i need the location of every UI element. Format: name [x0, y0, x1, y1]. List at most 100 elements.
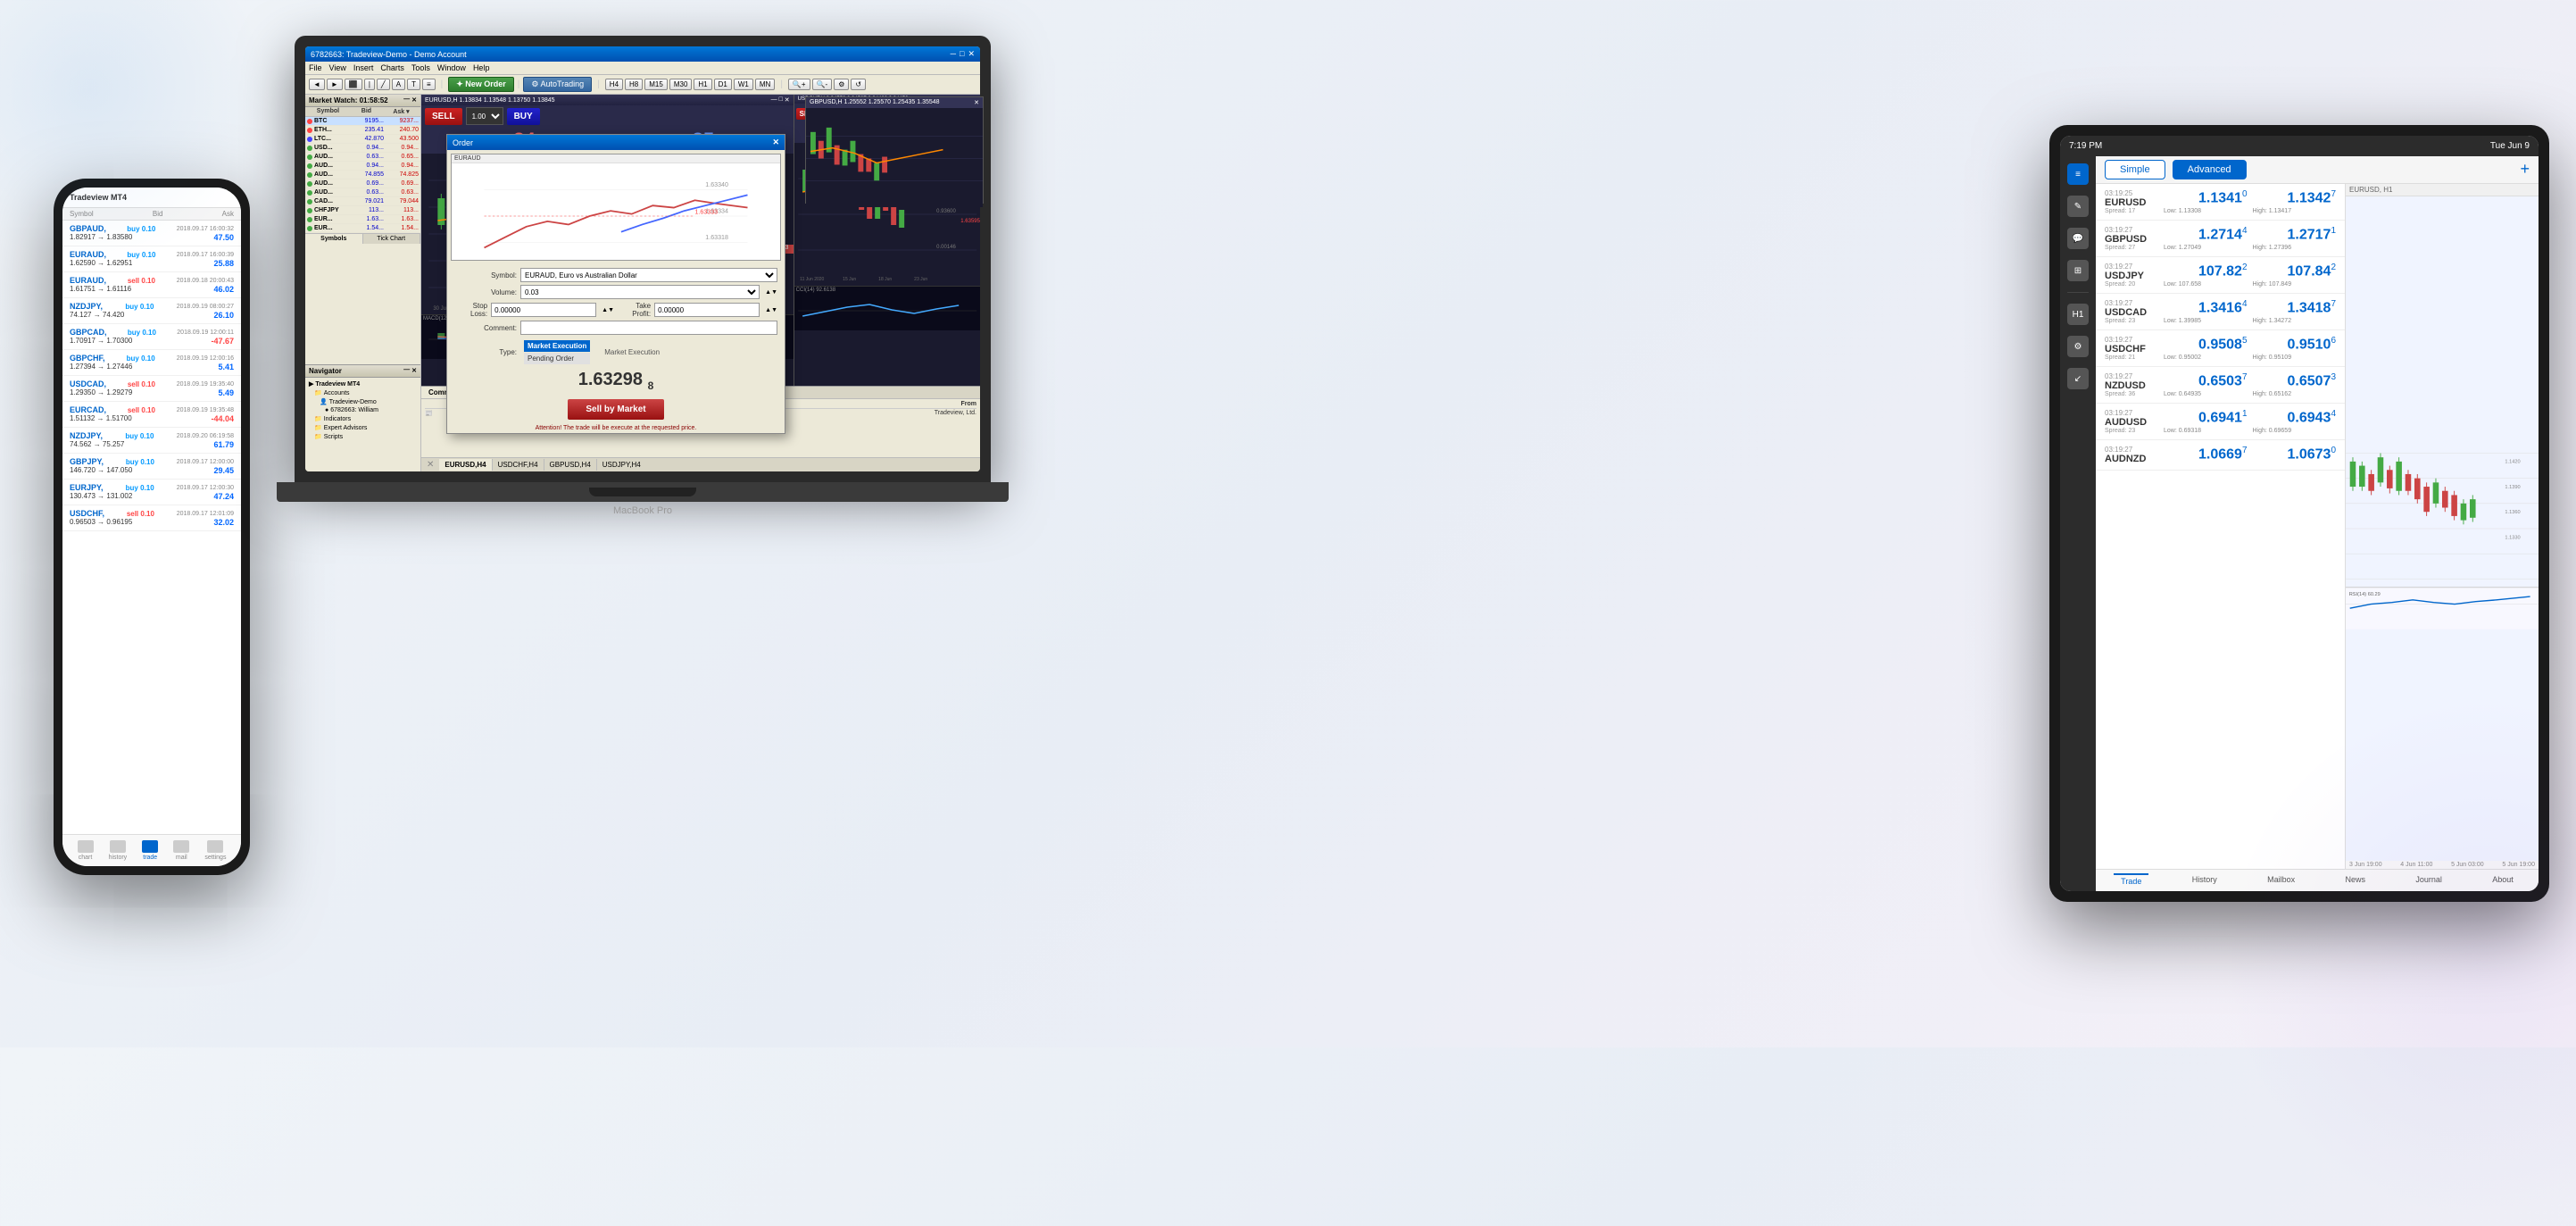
stoploss-input[interactable]: [491, 303, 596, 317]
nav-item-tradeview-mt4[interactable]: ▶ Tradeview MT4: [307, 379, 419, 388]
quote-item[interactable]: 03:19:27 NZDUSD Spread: 36 0.65037 Low: …: [2096, 367, 2345, 404]
nav-minimize-icon[interactable]: —: [403, 367, 410, 375]
symbol-select[interactable]: EURAUD, Euro vs Australian Dollar: [520, 268, 777, 282]
tablet-nav-history[interactable]: History: [2185, 873, 2224, 888]
zoom-out-button[interactable]: 🔍-: [812, 79, 833, 90]
nav-item-indicators[interactable]: 📁 Indicators: [307, 414, 419, 423]
chart-maximize[interactable]: □: [779, 96, 783, 104]
quote-item[interactable]: 03:19:27 USDCHF Spread: 21 0.95085 Low: …: [2096, 330, 2345, 367]
tablet-add-btn[interactable]: +: [2520, 160, 2530, 179]
nav-close-icon[interactable]: ✕: [411, 367, 417, 375]
tablet-icon-chat[interactable]: 💬: [2067, 228, 2089, 249]
refresh-button[interactable]: ↺: [851, 79, 866, 90]
toolbar-btn-8[interactable]: ≡: [422, 79, 436, 90]
mw-minimize-icon[interactable]: —: [403, 96, 410, 104]
minimize-icon[interactable]: ─: [951, 49, 956, 59]
nav-item-tradeview-demo[interactable]: 👤 Tradeview-Demo: [307, 397, 419, 406]
buy-button[interactable]: BUY: [507, 108, 540, 125]
timeframe-h8[interactable]: H8: [625, 79, 643, 90]
toolbar-btn-6[interactable]: A: [392, 79, 405, 90]
nav-item-scripts[interactable]: 📁 Scripts: [307, 432, 419, 441]
tablet-icon-pencil[interactable]: ✎: [2067, 196, 2089, 217]
takeprofit-input[interactable]: [654, 303, 760, 317]
maximize-icon[interactable]: □: [960, 49, 964, 59]
tablet-nav-trade[interactable]: Trade: [2114, 873, 2148, 888]
quote-item[interactable]: 03:19:27 AUDUSD Spread: 23 0.69411 Low: …: [2096, 404, 2345, 440]
menu-file[interactable]: File: [309, 63, 322, 72]
timeframe-m30[interactable]: M30: [669, 79, 693, 90]
quote-item[interactable]: 03:19:27 USDJPY Spread: 20 107.822 Low: …: [2096, 257, 2345, 294]
quote-item[interactable]: 03:19:25 EURUSD Spread: 17 1.13410 Low: …: [2096, 184, 2345, 221]
market-row[interactable]: AUD... 0.63... 0.65...: [305, 153, 420, 162]
market-row[interactable]: AUD... 74.855 74.825: [305, 171, 420, 179]
tab-eurusd-h4[interactable]: EURUSD,H4: [439, 459, 492, 471]
toolbar-btn-2[interactable]: ►: [327, 79, 343, 90]
market-row[interactable]: EUR... 1.63... 1.63...: [305, 215, 420, 224]
menu-help[interactable]: Help: [473, 63, 490, 72]
sell-button[interactable]: SELL: [425, 108, 462, 125]
order-dialog-close[interactable]: ✕: [772, 138, 779, 147]
toolbar-btn-3[interactable]: ⬛: [345, 79, 362, 90]
quote-item[interactable]: 03:19:27 AUDNZD 1.06697 1.06730: [2096, 440, 2345, 471]
properties-button[interactable]: ⚙: [834, 79, 849, 90]
nav-item-accounts[interactable]: 📁 Accounts: [307, 388, 419, 397]
gbpusd-mini-close[interactable]: ✕: [974, 99, 979, 106]
close-chart-tab-btn[interactable]: ✕: [421, 458, 439, 471]
market-row[interactable]: CHFJPY 113... 113...: [305, 206, 420, 215]
tablet-icon-settings[interactable]: ⚙: [2067, 336, 2089, 357]
toolbar-btn-7[interactable]: T: [407, 79, 420, 90]
mw-tab-tick-chart[interactable]: Tick Chart: [363, 234, 421, 244]
comment-input[interactable]: [520, 321, 777, 335]
type-pending-order[interactable]: Pending Order: [524, 353, 590, 364]
phone-nav-mail[interactable]: mail: [173, 840, 189, 861]
timeframe-d1[interactable]: D1: [714, 79, 732, 90]
timeframe-m15[interactable]: M15: [644, 79, 668, 90]
phone-nav-history[interactable]: history: [109, 840, 128, 861]
tablet-icon-h1[interactable]: H1: [2067, 304, 2089, 325]
toolbar-btn-1[interactable]: ◄: [309, 79, 325, 90]
tablet-icon-quote[interactable]: ≡: [2067, 163, 2089, 185]
volume-select[interactable]: 1.00: [466, 107, 503, 125]
tab-gbpusd-h4[interactable]: GBPUSD,H4: [544, 459, 597, 471]
nav-item-6782663[interactable]: ● 6782663: William: [307, 406, 419, 414]
timeframe-h4[interactable]: H4: [605, 79, 623, 90]
auto-trading-button[interactable]: ⚙ AutoTrading: [523, 77, 592, 92]
phone-nav-settings[interactable]: settings: [204, 840, 226, 861]
menu-tools[interactable]: Tools: [411, 63, 430, 72]
market-row[interactable]: USD... 0.94... 0.94...: [305, 144, 420, 153]
sell-by-market-button[interactable]: Sell by Market: [568, 399, 663, 420]
mw-tab-symbols[interactable]: Symbols: [305, 234, 363, 244]
market-row[interactable]: EUR... 1.54... 1.54...: [305, 224, 420, 233]
nav-item-expert-advisors[interactable]: 📁 Expert Advisors: [307, 423, 419, 432]
market-row[interactable]: AUD... 0.94... 0.94...: [305, 162, 420, 171]
market-row[interactable]: ETH... 235.41 240.70: [305, 126, 420, 135]
quote-item[interactable]: 03:19:27 GBPUSD Spread: 27 1.27144 Low: …: [2096, 221, 2345, 257]
timeframe-h1[interactable]: H1: [694, 79, 711, 90]
timeframe-w1[interactable]: W1: [734, 79, 753, 90]
market-row[interactable]: LTC... 42.870 43.500: [305, 135, 420, 144]
market-row[interactable]: BTC 9195... 9237...: [305, 117, 420, 126]
new-order-button[interactable]: ✦ New Order: [448, 77, 514, 92]
type-market-execution[interactable]: Market Execution: [524, 340, 590, 352]
tablet-icon-plus[interactable]: ⊞: [2067, 260, 2089, 281]
menu-charts[interactable]: Charts: [380, 63, 404, 72]
toolbar-btn-4[interactable]: |: [364, 79, 375, 90]
tablet-icon-arrow[interactable]: ↙: [2067, 368, 2089, 389]
tab-usdjpy-h4[interactable]: USDJPY,H4: [597, 459, 646, 471]
menu-insert[interactable]: Insert: [353, 63, 374, 72]
toolbar-btn-5[interactable]: ╱: [377, 79, 390, 90]
phone-nav-chart[interactable]: chart: [78, 840, 94, 861]
close-icon[interactable]: ✕: [968, 49, 975, 59]
market-row[interactable]: AUD... 0.63... 0.63...: [305, 188, 420, 197]
simple-mode-btn[interactable]: Simple: [2105, 160, 2165, 179]
volume-select-dialog[interactable]: 0.03: [520, 285, 760, 299]
menu-window[interactable]: Window: [437, 63, 466, 72]
advanced-mode-btn[interactable]: Advanced: [2173, 160, 2247, 179]
quote-item[interactable]: 03:19:27 USDCAD Spread: 23 1.34164 Low: …: [2096, 294, 2345, 330]
chart-close[interactable]: ✕: [785, 96, 790, 104]
chart-minimize[interactable]: —: [771, 96, 777, 104]
tab-usdchf-h4[interactable]: USDCHF,H4: [493, 459, 544, 471]
phone-nav-trade[interactable]: trade: [142, 840, 158, 861]
mw-close-icon[interactable]: ✕: [411, 96, 417, 104]
timeframe-mn1[interactable]: MN: [755, 79, 775, 90]
